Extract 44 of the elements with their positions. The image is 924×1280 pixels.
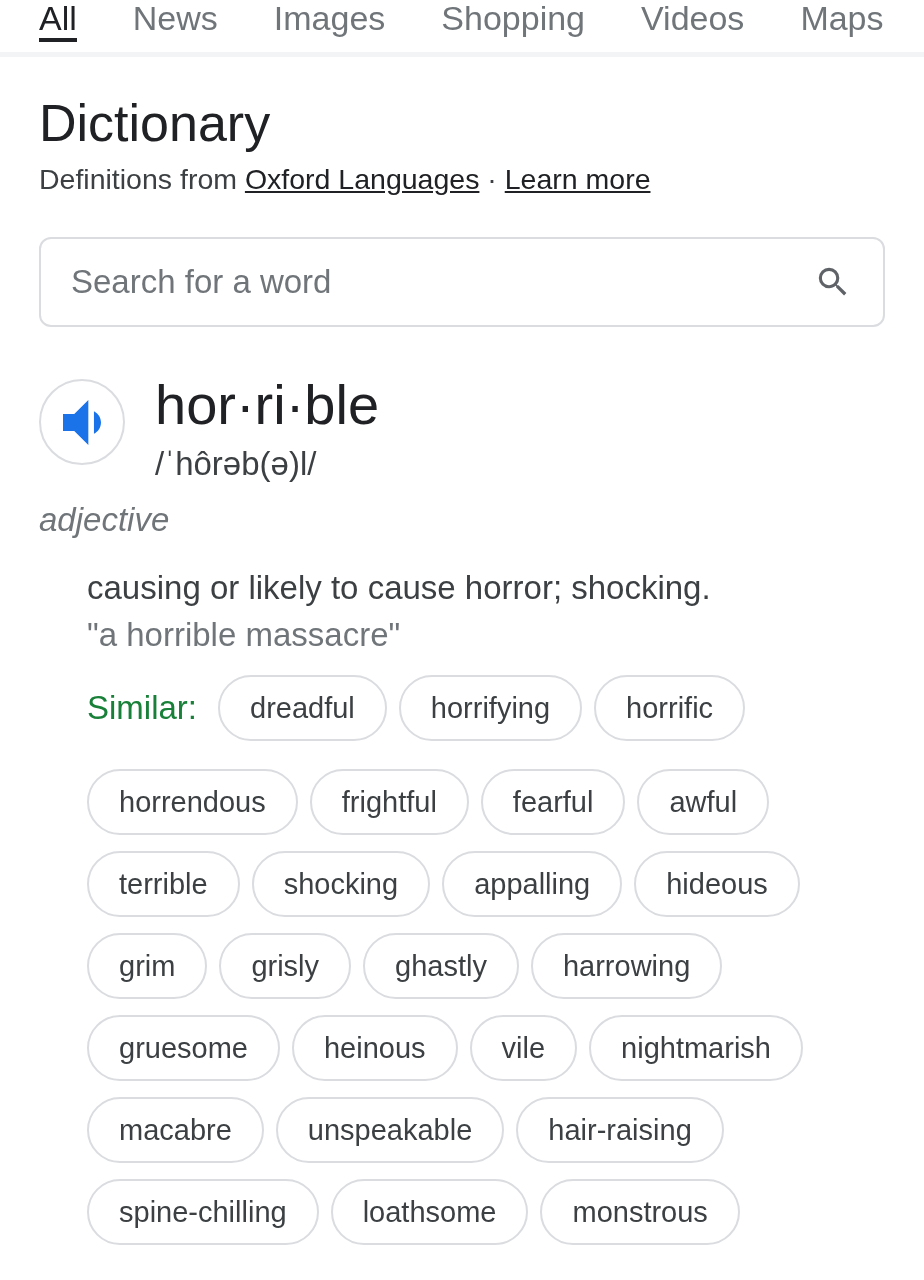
headword: hor·ri·ble: [155, 377, 380, 433]
definition-text: causing or likely to cause horror; shocking.: [87, 569, 712, 607]
speaker-icon: [63, 399, 101, 445]
part-of-speech: adjective: [39, 501, 171, 539]
synonym-chip[interactable]: vile: [469, 1015, 578, 1081]
search-tab[interactable]: Images: [273, 0, 386, 42]
dictionary-title: Dictionary: [39, 93, 272, 153]
learn-more-link[interactable]: Learn more: [504, 163, 651, 195]
synonym-chip[interactable]: heinous: [291, 1015, 458, 1081]
search-tab[interactable]: Maps: [800, 0, 884, 42]
pronunciation: /ˈhôrəb(ə)l/: [155, 445, 318, 483]
synonym-chip[interactable]: horrifying: [398, 675, 583, 741]
synonym-chip[interactable]: terrible: [87, 851, 240, 917]
synonym-chip[interactable]: appalling: [442, 851, 623, 917]
synonym-chip[interactable]: unspeakable: [275, 1097, 505, 1163]
synonym-chip[interactable]: harrowing: [530, 933, 723, 999]
synonym-chip[interactable]: awful: [637, 769, 770, 835]
synonym-chip[interactable]: ghastly: [363, 933, 519, 999]
synonym-chip[interactable]: dreadful: [218, 675, 387, 741]
search-tab[interactable]: Shopping: [441, 0, 585, 42]
synonym-chip[interactable]: grisly: [219, 933, 352, 999]
synonym-chip[interactable]: horrendous: [87, 769, 298, 835]
synonym-chip[interactable]: fearful: [480, 769, 626, 835]
synonym-chip[interactable]: spine-chilling: [87, 1179, 319, 1245]
synonym-chip[interactable]: hair-raising: [516, 1097, 724, 1163]
search-field[interactable]: Search for a word: [39, 237, 885, 327]
synonym-chip[interactable]: shocking: [251, 851, 431, 917]
search-tab[interactable]: Videos: [641, 0, 745, 42]
example-text: "a horrible massacre": [87, 616, 402, 654]
search-icon[interactable]: [818, 267, 848, 297]
search-tab[interactable]: All: [39, 0, 77, 42]
synonym-chip[interactable]: grim: [87, 933, 208, 999]
attribution-text: Definitions from Oxford Languages · Learn more: [39, 162, 652, 196]
synonym-chip[interactable]: loathsome: [330, 1179, 529, 1245]
synonym-chip[interactable]: frightful: [309, 769, 469, 835]
synonym-chip[interactable]: horrific: [594, 675, 746, 741]
synonym-chip[interactable]: macabre: [87, 1097, 264, 1163]
synonym-chip[interactable]: gruesome: [87, 1015, 280, 1081]
source-link[interactable]: Oxford Languages: [244, 163, 480, 195]
synonym-chip[interactable]: hideous: [634, 851, 800, 917]
similar-label: Similar:: [87, 689, 197, 727]
search-tab[interactable]: News: [132, 0, 218, 42]
synonym-chip[interactable]: monstrous: [540, 1179, 740, 1245]
synonym-chip[interactable]: nightmarish: [589, 1015, 803, 1081]
